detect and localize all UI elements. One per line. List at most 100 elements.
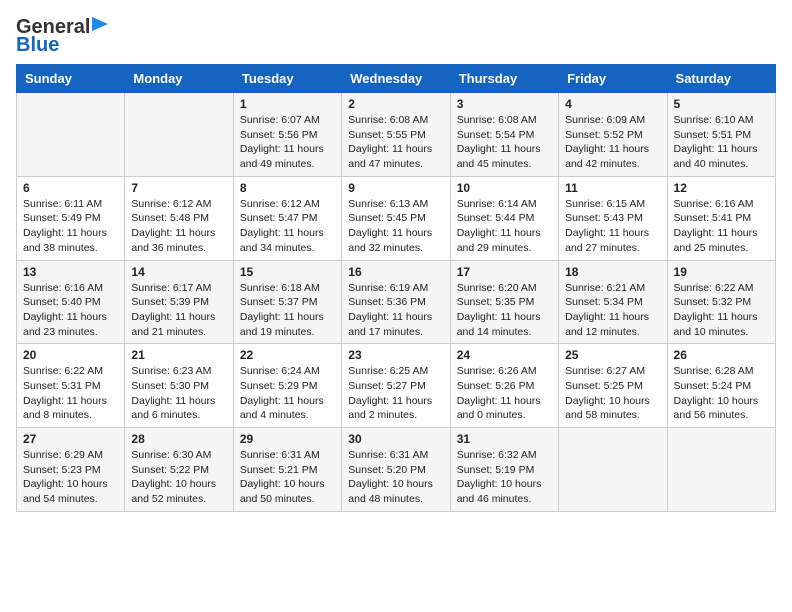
calendar-cell: 10 Sunrise: 6:14 AMSunset: 5:44 PMDayligh… <box>450 176 558 260</box>
sunrise-text: Sunrise: 6:08 AM <box>457 113 552 128</box>
day-number: 29 <box>240 432 335 446</box>
sunset-text: Sunset: 5:26 PM <box>457 379 552 394</box>
day-number: 28 <box>131 432 226 446</box>
calendar-cell <box>559 428 667 512</box>
cell-content: Sunrise: 6:31 AMSunset: 5:21 PMDaylight:… <box>240 448 335 507</box>
daylight-text: Daylight: 11 hours and 32 minutes. <box>348 226 443 255</box>
daylight-text: Daylight: 11 hours and 14 minutes. <box>457 310 552 339</box>
cell-content: Sunrise: 6:12 AMSunset: 5:48 PMDaylight:… <box>131 197 226 256</box>
day-number: 2 <box>348 97 443 111</box>
calendar-cell: 27Sunrise: 6:29 AMSunset: 5:23 PMDayligh… <box>17 428 125 512</box>
sunrise-text: Sunrise: 6:24 AM <box>240 364 335 379</box>
cell-content: Sunrise: 6:13 AMSunset: 5:45 PMDaylight:… <box>348 197 443 256</box>
day-number: 26 <box>674 348 769 362</box>
cell-content: Sunrise: 6:14 AMSunset: 5:44 PMDaylight:… <box>457 197 552 256</box>
cell-content: Sunrise: 6:28 AMSunset: 5:24 PMDaylight:… <box>674 364 769 423</box>
calendar-cell: 4Sunrise: 6:09 AMSunset: 5:52 PMDaylight… <box>559 93 667 177</box>
cell-content: Sunrise: 6:08 AMSunset: 5:54 PMDaylight:… <box>457 113 552 172</box>
logo-blue-text: Blue <box>16 34 59 56</box>
sunrise-text: Sunrise: 6:15 AM <box>565 197 660 212</box>
day-number: 14 <box>131 265 226 279</box>
sunset-text: Sunset: 5:29 PM <box>240 379 335 394</box>
sunset-text: Sunset: 5:54 PM <box>457 128 552 143</box>
sunrise-text: Sunrise: 6:19 AM <box>348 281 443 296</box>
logo: General Blue <box>16 16 108 56</box>
day-number: 27 <box>23 432 118 446</box>
calendar-cell: 28 Sunrise: 6:30 AMSunset: 5:22 PMDayligh… <box>125 428 233 512</box>
daylight-text: Daylight: 10 hours and 58 minutes. <box>565 394 660 423</box>
sunrise-text: Sunrise: 6:11 AM <box>23 197 118 212</box>
sunrise-text: Sunrise: 6:31 AM <box>240 448 335 463</box>
daylight-text: Daylight: 10 hours and 56 minutes. <box>674 394 769 423</box>
calendar-cell: 20Sunrise: 6:22 AMSunset: 5:31 PMDayligh… <box>17 344 125 428</box>
calendar-cell: 14Sunrise: 6:17 AMSunset: 5:39 PMDayligh… <box>125 260 233 344</box>
sunrise-text: Sunrise: 6:23 AM <box>131 364 226 379</box>
day-number: 4 <box>565 97 660 111</box>
calendar-cell: 24Sunrise: 6:26 AMSunset: 5:26 PMDayligh… <box>450 344 558 428</box>
cell-content: Sunrise: 6:12 AMSunset: 5:47 PMDaylight:… <box>240 197 335 256</box>
sunset-text: Sunset: 5:31 PM <box>23 379 118 394</box>
daylight-text: Daylight: 11 hours and 10 minutes. <box>674 310 769 339</box>
sunrise-text: Sunrise: 6:18 AM <box>240 281 335 296</box>
logo-arrow-icon <box>92 17 108 31</box>
sunset-text: Sunset: 5:55 PM <box>348 128 443 143</box>
sunrise-text: Sunrise: 6:21 AM <box>565 281 660 296</box>
day-number: 9 <box>348 181 443 195</box>
day-number: 15 <box>240 265 335 279</box>
sunrise-text: Sunrise: 6:30 AM <box>131 448 226 463</box>
day-number: 7 <box>131 181 226 195</box>
calendar-cell <box>667 428 775 512</box>
day-number: 17 <box>457 265 552 279</box>
sunset-text: Sunset: 5:39 PM <box>131 295 226 310</box>
cell-content: Sunrise: 6:31 AMSunset: 5:20 PMDaylight:… <box>348 448 443 507</box>
sunrise-text: Sunrise: 6:22 AM <box>23 364 118 379</box>
daylight-text: Daylight: 11 hours and 6 minutes. <box>131 394 226 423</box>
daylight-text: Daylight: 11 hours and 29 minutes. <box>457 226 552 255</box>
daylight-text: Daylight: 10 hours and 46 minutes. <box>457 477 552 506</box>
day-number: 11 <box>565 181 660 195</box>
calendar-cell: 19 Sunrise: 6:22 AMSunset: 5:32 PMDayligh… <box>667 260 775 344</box>
sunrise-text: Sunrise: 6:12 AM <box>131 197 226 212</box>
day-number: 5 <box>674 97 769 111</box>
day-number: 18 <box>565 265 660 279</box>
sunset-text: Sunset: 5:41 PM <box>674 211 769 226</box>
daylight-text: Daylight: 11 hours and 17 minutes. <box>348 310 443 339</box>
sunset-text: Sunset: 5:36 PM <box>348 295 443 310</box>
weekday-header-friday: Friday <box>559 65 667 93</box>
sunset-text: Sunset: 5:51 PM <box>674 128 769 143</box>
sunset-text: Sunset: 5:22 PM <box>131 463 226 478</box>
calendar-cell: 2Sunrise: 6:08 AMSunset: 5:55 PMDaylight… <box>342 93 450 177</box>
sunrise-text: Sunrise: 6:20 AM <box>457 281 552 296</box>
sunrise-text: Sunrise: 6:07 AM <box>240 113 335 128</box>
day-number: 23 <box>348 348 443 362</box>
page-header: General Blue <box>16 16 776 56</box>
calendar-cell: 1 Sunrise: 6:07 AMSunset: 5:56 PMDaylight… <box>233 93 341 177</box>
sunrise-text: Sunrise: 6:09 AM <box>565 113 660 128</box>
sunrise-text: Sunrise: 6:26 AM <box>457 364 552 379</box>
sunset-text: Sunset: 5:24 PM <box>674 379 769 394</box>
daylight-text: Daylight: 11 hours and 4 minutes. <box>240 394 335 423</box>
sunset-text: Sunset: 5:47 PM <box>240 211 335 226</box>
calendar-cell <box>125 93 233 177</box>
sunset-text: Sunset: 5:32 PM <box>674 295 769 310</box>
day-number: 8 <box>240 181 335 195</box>
sunset-text: Sunset: 5:30 PM <box>131 379 226 394</box>
sunset-text: Sunset: 5:45 PM <box>348 211 443 226</box>
daylight-text: Daylight: 11 hours and 0 minutes. <box>457 394 552 423</box>
sunrise-text: Sunrise: 6:28 AM <box>674 364 769 379</box>
day-number: 10 <box>457 181 552 195</box>
day-number: 1 <box>240 97 335 111</box>
sunrise-text: Sunrise: 6:16 AM <box>23 281 118 296</box>
sunrise-text: Sunrise: 6:22 AM <box>674 281 769 296</box>
calendar-table: SundayMondayTuesdayWednesdayThursdayFrid… <box>16 64 776 512</box>
daylight-text: Daylight: 11 hours and 19 minutes. <box>240 310 335 339</box>
daylight-text: Daylight: 11 hours and 2 minutes. <box>348 394 443 423</box>
day-number: 31 <box>457 432 552 446</box>
cell-content: Sunrise: 6:19 AMSunset: 5:36 PMDaylight:… <box>348 281 443 340</box>
calendar-cell: 9 Sunrise: 6:13 AMSunset: 5:45 PMDaylight… <box>342 176 450 260</box>
cell-content: Sunrise: 6:07 AMSunset: 5:56 PMDaylight:… <box>240 113 335 172</box>
daylight-text: Daylight: 10 hours and 52 minutes. <box>131 477 226 506</box>
day-number: 19 <box>674 265 769 279</box>
sunrise-text: Sunrise: 6:25 AM <box>348 364 443 379</box>
sunset-text: Sunset: 5:56 PM <box>240 128 335 143</box>
